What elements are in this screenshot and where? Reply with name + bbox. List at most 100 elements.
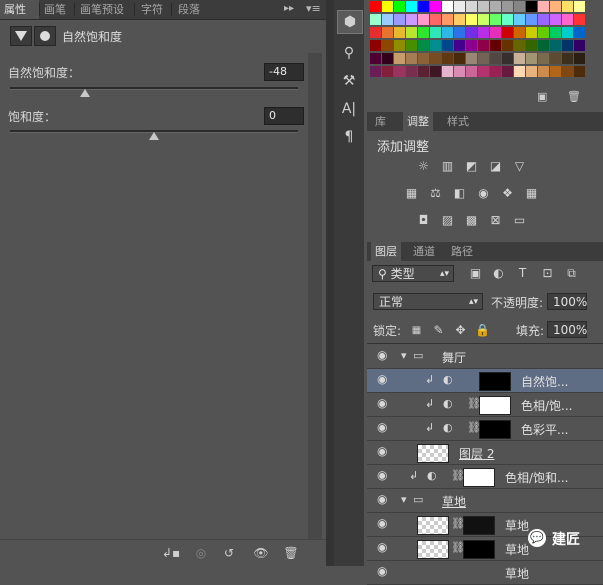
saturation-value-field[interactable]: 0 (264, 107, 304, 125)
tab-brush-presets[interactable]: 画笔预设 (76, 0, 128, 19)
color-swatch[interactable] (382, 53, 393, 64)
color-swatch[interactable] (538, 27, 549, 38)
eye-icon[interactable]: ◉ (377, 565, 389, 577)
color-swatch[interactable] (526, 40, 537, 51)
color-swatch[interactable] (442, 14, 453, 25)
layer-group-ballroom[interactable]: ◉ ▾ ▭ 舞厅 (367, 345, 603, 369)
posterize-icon[interactable]: ▨ (439, 212, 456, 229)
color-swatch[interactable] (442, 27, 453, 38)
color-swatch[interactable] (430, 66, 441, 77)
color-swatch[interactable] (406, 1, 417, 12)
black-white-icon[interactable]: ◧ (451, 185, 468, 202)
layer-thumbnail[interactable] (417, 516, 449, 535)
opacity-field[interactable]: 100% (547, 293, 587, 310)
photo-filter-icon[interactable]: ◉ (475, 185, 492, 202)
color-swatch[interactable] (526, 53, 537, 64)
chevron-down-icon[interactable]: ▾ (401, 349, 407, 362)
color-swatch[interactable] (502, 53, 513, 64)
color-swatch[interactable] (550, 27, 561, 38)
tab-styles[interactable]: 样式 (443, 112, 473, 131)
tab-channels[interactable]: 通道 (409, 242, 439, 261)
color-swatch[interactable] (418, 40, 429, 51)
eye-icon[interactable]: ◉ (377, 421, 389, 433)
color-swatch[interactable] (490, 53, 501, 64)
color-swatch[interactable] (406, 14, 417, 25)
layer-mask-thumbnail[interactable] (479, 420, 511, 439)
vibrance-icon[interactable]: ▽ (511, 158, 528, 175)
tab-paths[interactable]: 路径 (447, 242, 477, 261)
levels-icon[interactable]: ▥ (439, 158, 456, 175)
brush-tool-icon[interactable]: ⚲ (337, 42, 361, 64)
color-swatch[interactable] (370, 27, 381, 38)
chevron-down-icon[interactable]: ▾ (401, 493, 407, 506)
color-swatch[interactable] (406, 53, 417, 64)
color-swatch[interactable] (466, 27, 477, 38)
delete-adjustment-icon[interactable]: 🗑 (280, 544, 302, 562)
color-swatch[interactable] (406, 27, 417, 38)
eye-icon[interactable]: ◉ (377, 493, 389, 505)
tab-properties[interactable]: 属性 (0, 0, 39, 19)
filter-type-icon[interactable]: T (514, 265, 531, 282)
color-swatch[interactable] (502, 27, 513, 38)
visibility-eye-icon[interactable]: 👁 (250, 544, 272, 562)
color-swatch[interactable] (454, 1, 465, 12)
color-swatch[interactable] (466, 14, 477, 25)
color-swatch[interactable] (382, 66, 393, 77)
color-swatch[interactable] (538, 1, 549, 12)
layer-vibrance[interactable]: ◉ ↲ ◐ 自然饱... (367, 369, 603, 393)
color-swatch[interactable] (502, 1, 513, 12)
layer-color-balance[interactable]: ◉ ↲ ◐ ⛓ 色彩平... (367, 417, 603, 441)
color-swatch[interactable] (550, 1, 561, 12)
view-previous-state-icon[interactable]: ◎ (190, 544, 212, 562)
color-swatch[interactable] (538, 53, 549, 64)
invert-icon[interactable]: ◘ (415, 212, 432, 229)
color-swatch[interactable] (526, 14, 537, 25)
layer-mask-thumbnail[interactable] (479, 372, 511, 391)
tab-adjustments[interactable]: 调整 (403, 112, 433, 131)
color-swatch[interactable] (478, 40, 489, 51)
lock-pixels-icon[interactable]: ✎ (430, 322, 447, 339)
threshold-icon[interactable]: ▩ (463, 212, 480, 229)
layer-mask-icon[interactable] (34, 26, 56, 46)
layer-mask-thumbnail[interactable] (463, 540, 495, 559)
channel-mixer-icon[interactable]: ❖ (499, 185, 516, 202)
filter-kind-dropdown[interactable]: ⚲ 类型 ▴▾ (372, 265, 454, 282)
eye-icon[interactable]: ◉ (377, 373, 389, 385)
color-swatch[interactable] (550, 66, 561, 77)
layer-grass-3[interactable]: ◉ 草地 (367, 561, 603, 585)
eye-icon[interactable]: ◉ (377, 541, 389, 553)
eye-icon[interactable]: ◉ (377, 469, 389, 481)
color-swatch[interactable] (478, 66, 489, 77)
color-swatch[interactable] (514, 1, 525, 12)
color-swatch[interactable] (370, 1, 381, 12)
layer-mask-thumbnail[interactable] (479, 396, 511, 415)
panel-menu-icon[interactable]: ▾≡ (306, 2, 321, 15)
eye-icon[interactable]: ◉ (377, 397, 389, 409)
brush-presets-icon[interactable]: ⚒ (337, 70, 361, 92)
color-swatch[interactable] (514, 40, 525, 51)
color-balance-icon[interactable]: ⚖ (427, 185, 444, 202)
color-swatch[interactable] (562, 1, 573, 12)
color-swatch[interactable] (454, 27, 465, 38)
layer-thumbnail[interactable] (417, 444, 449, 463)
color-swatch[interactable] (526, 27, 537, 38)
color-swatch[interactable] (370, 66, 381, 77)
color-swatch[interactable] (478, 53, 489, 64)
color-swatch[interactable] (562, 27, 573, 38)
color-swatch[interactable] (538, 66, 549, 77)
color-swatch[interactable] (574, 1, 585, 12)
color-swatch[interactable] (502, 66, 513, 77)
color-swatch[interactable] (430, 14, 441, 25)
reset-button[interactable]: ↺ (218, 544, 240, 562)
color-swatch[interactable] (550, 14, 561, 25)
layer-hue-saturation[interactable]: ◉ ↲ ◐ ⛓ 色相/饱... (367, 393, 603, 417)
color-swatch[interactable] (382, 40, 393, 51)
color-swatch[interactable] (430, 53, 441, 64)
tab-brush[interactable]: 画笔 (40, 0, 70, 19)
vibrance-slider-thumb[interactable] (79, 89, 90, 97)
vibrance-value-field[interactable]: -48 (264, 63, 304, 81)
color-swatch[interactable] (442, 53, 453, 64)
eye-icon[interactable]: ◉ (377, 349, 389, 361)
color-swatch[interactable] (490, 40, 501, 51)
layer-mask-thumbnail[interactable] (463, 516, 495, 535)
